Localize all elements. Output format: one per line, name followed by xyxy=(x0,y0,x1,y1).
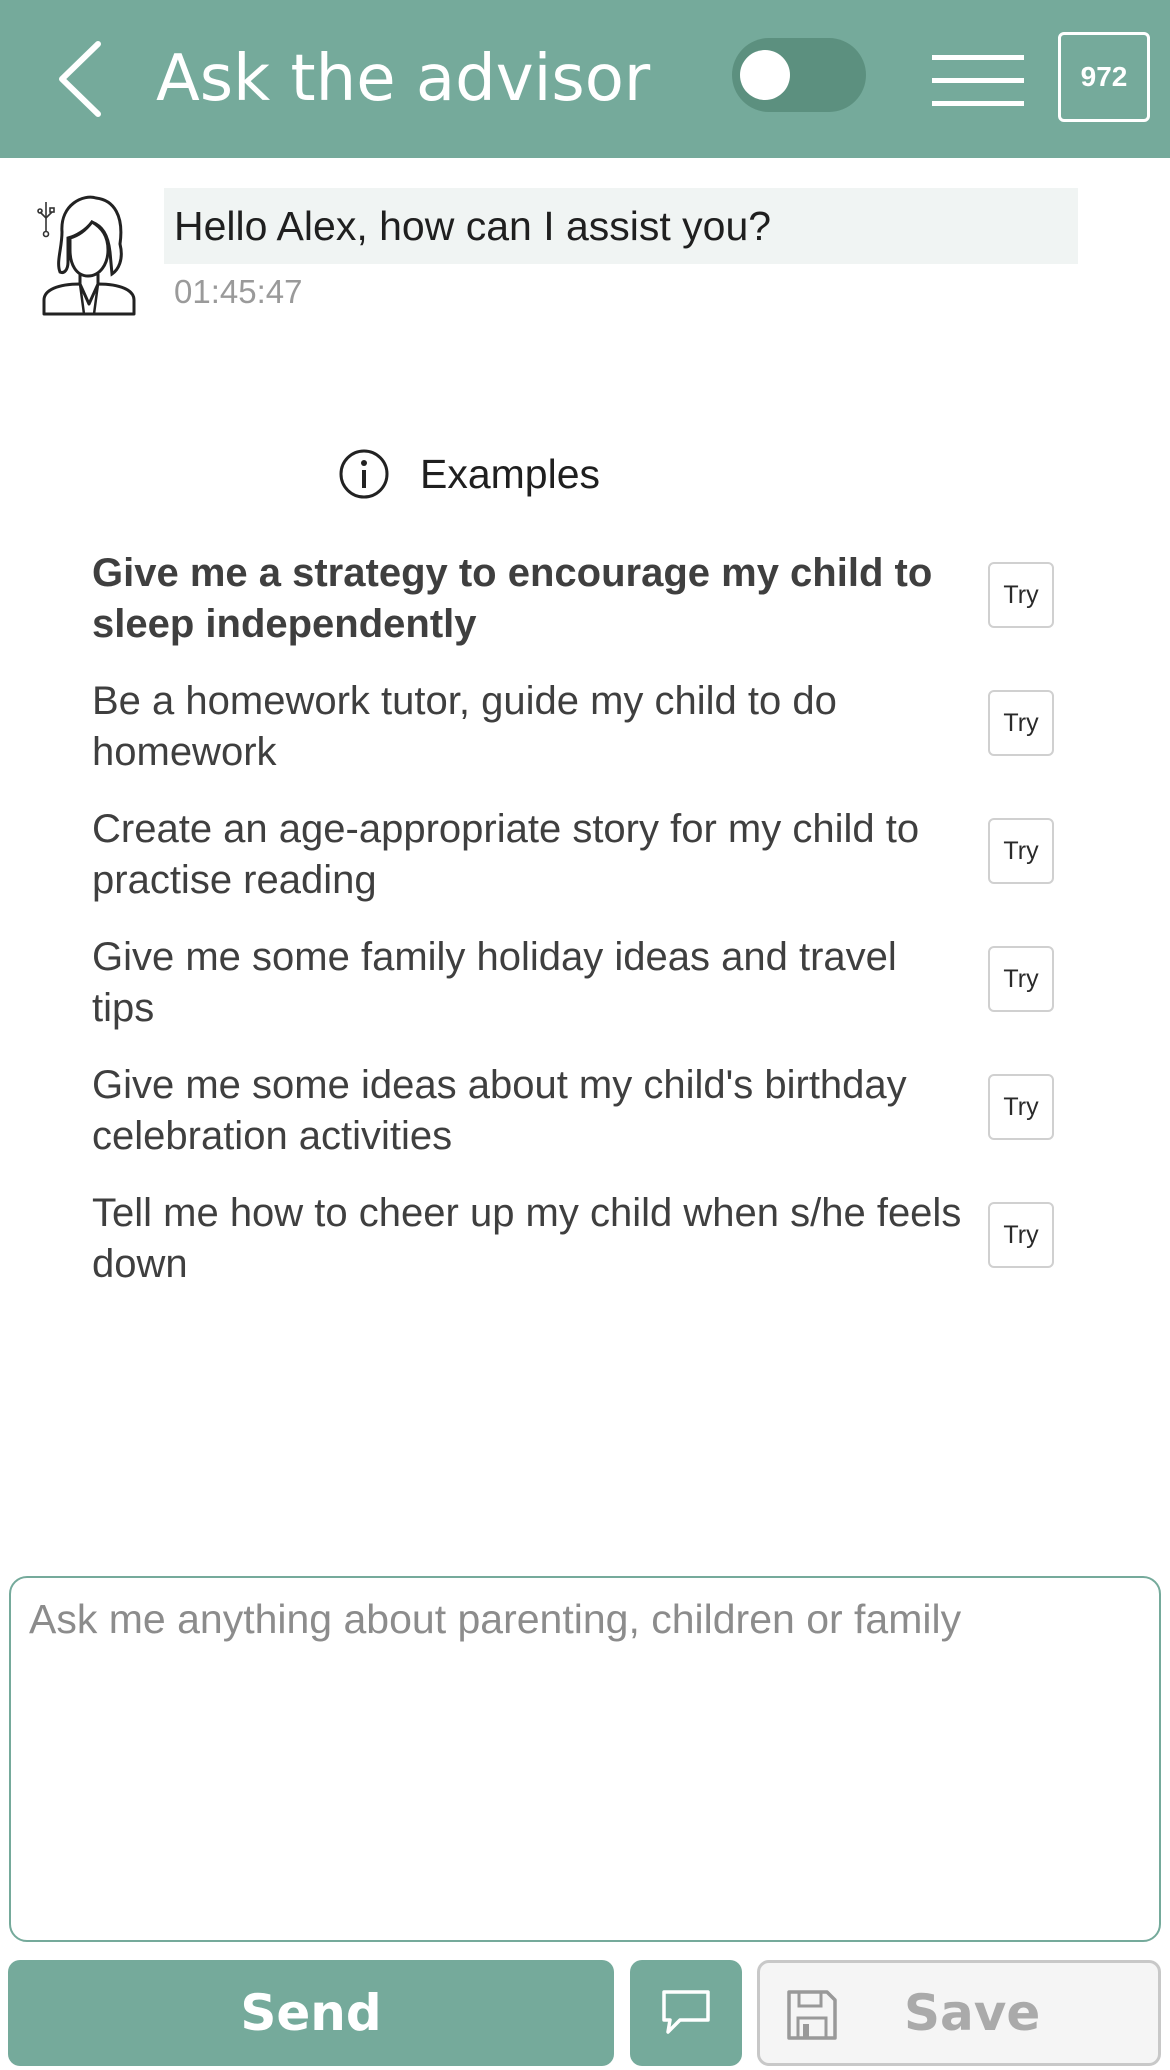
try-button[interactable]: Try xyxy=(988,1074,1054,1140)
example-item: Give me some family holiday ideas and tr… xyxy=(92,932,1092,1042)
try-button[interactable]: Try xyxy=(988,1202,1054,1268)
speech-bubble-icon xyxy=(662,1990,710,2034)
example-item: Give me a strategy to encourage my child… xyxy=(92,548,1092,658)
back-chevron-icon[interactable] xyxy=(50,38,110,120)
example-item: Be a homework tutor, guide my child to d… xyxy=(92,676,1092,786)
example-prompt-text: Give me a strategy to encourage my child… xyxy=(92,551,933,646)
message-timestamp: 01:45:47 xyxy=(174,273,303,310)
examples-label: Examples xyxy=(420,450,601,497)
app-header: Ask the advisor 972 xyxy=(0,0,1170,158)
example-prompt-text: Tell me how to cheer up my child when s/… xyxy=(92,1191,962,1286)
try-button[interactable]: Try xyxy=(988,690,1054,756)
example-item: Tell me how to cheer up my child when s/… xyxy=(92,1188,1092,1298)
page-title: Ask the advisor xyxy=(156,42,651,116)
example-prompt-text: Be a homework tutor, guide my child to d… xyxy=(92,679,837,774)
advisor-avatar-icon xyxy=(37,195,136,316)
try-button[interactable]: Try xyxy=(988,562,1054,628)
mode-toggle[interactable] xyxy=(732,38,866,112)
question-input[interactable] xyxy=(9,1576,1161,1942)
advisor-message-bubble: Hello Alex, how can I assist you? xyxy=(164,188,1078,264)
example-item: Give me some ideas about my child's birt… xyxy=(92,1060,1092,1170)
example-prompt-text: Give me some ideas about my child's birt… xyxy=(92,1063,907,1158)
hamburger-menu-icon[interactable] xyxy=(932,55,1024,107)
try-button[interactable]: Try xyxy=(988,946,1054,1012)
examples-heading: Examples xyxy=(338,446,600,502)
credit-counter-badge: 972 xyxy=(1058,32,1150,122)
toggle-knob xyxy=(740,50,790,100)
example-prompt-text: Create an age-appropriate story for my c… xyxy=(92,807,920,902)
save-label: Save xyxy=(904,1984,1041,2042)
chat-history-button[interactable] xyxy=(630,1960,742,2066)
info-icon xyxy=(339,449,389,499)
example-prompt-text: Give me some family holiday ideas and tr… xyxy=(92,935,897,1030)
send-button[interactable]: Send xyxy=(8,1960,614,2066)
floppy-disk-icon xyxy=(787,1990,837,2040)
save-button[interactable]: Save xyxy=(757,1960,1161,2066)
example-item: Create an age-appropriate story for my c… xyxy=(92,804,1092,914)
try-button[interactable]: Try xyxy=(988,818,1054,884)
